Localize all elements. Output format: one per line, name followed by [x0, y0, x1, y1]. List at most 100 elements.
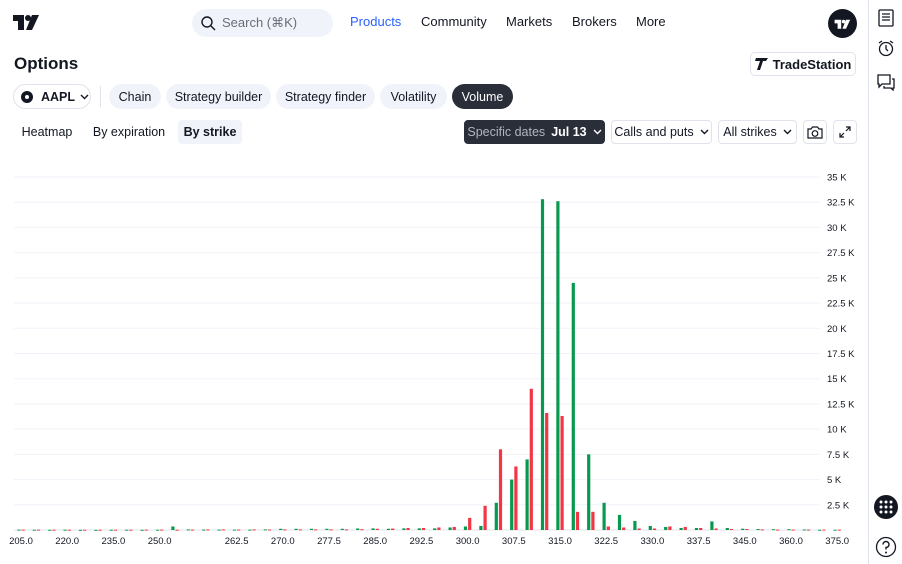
call-volume-bar[interactable]: [386, 528, 391, 530]
put-volume-bar[interactable]: [237, 529, 241, 531]
call-volume-bar[interactable]: [109, 529, 113, 531]
put-volume-bar[interactable]: [36, 529, 41, 531]
dates-dropdown[interactable]: Specific dates Jul 13: [464, 120, 605, 144]
call-volume-bar[interactable]: [448, 527, 452, 530]
call-volume-bar[interactable]: [771, 529, 776, 531]
watchlist-icon[interactable]: [876, 8, 896, 28]
call-volume-bar[interactable]: [664, 526, 668, 530]
broker-badge[interactable]: TradeStation: [750, 52, 856, 76]
put-volume-bar[interactable]: [190, 529, 195, 531]
call-volume-bar[interactable]: [725, 527, 729, 530]
put-volume-bar[interactable]: [822, 529, 826, 531]
put-volume-bar[interactable]: [606, 526, 610, 530]
put-volume-bar[interactable]: [144, 529, 148, 531]
put-volume-bar[interactable]: [468, 517, 472, 530]
put-volume-bar[interactable]: [83, 529, 87, 531]
nav-brokers[interactable]: Brokers: [572, 14, 617, 29]
call-volume-bar[interactable]: [32, 529, 36, 531]
search-input[interactable]: Search (⌘K): [192, 9, 333, 37]
call-volume-bar[interactable]: [679, 527, 683, 530]
put-volume-bar[interactable]: [421, 527, 426, 530]
put-volume-bar[interactable]: [837, 529, 841, 531]
put-volume-bar[interactable]: [314, 529, 318, 531]
calls-puts-dropdown[interactable]: Calls and puts: [611, 120, 712, 144]
call-volume-bar[interactable]: [279, 528, 283, 530]
subtab-by-strike[interactable]: By strike: [178, 120, 242, 144]
call-volume-bar[interactable]: [556, 201, 560, 530]
put-volume-bar[interactable]: [298, 529, 302, 531]
put-volume-bar[interactable]: [575, 511, 580, 530]
put-volume-bar[interactable]: [714, 528, 718, 530]
call-volume-bar[interactable]: [479, 525, 483, 530]
call-volume-bar[interactable]: [402, 528, 406, 530]
call-volume-bar[interactable]: [48, 529, 52, 531]
symbol-selector[interactable]: AAPL: [13, 84, 91, 109]
call-volume-bar[interactable]: [571, 282, 575, 530]
subtab-heatmap[interactable]: Heatmap: [14, 120, 80, 144]
call-volume-bar[interactable]: [140, 529, 144, 531]
call-volume-bar[interactable]: [325, 528, 329, 530]
put-volume-bar[interactable]: [791, 529, 795, 531]
call-volume-bar[interactable]: [510, 479, 514, 530]
help-icon[interactable]: [875, 536, 897, 558]
nav-markets[interactable]: Markets: [506, 14, 552, 29]
call-volume-bar[interactable]: [78, 529, 83, 531]
put-volume-bar[interactable]: [652, 528, 657, 530]
call-volume-bar[interactable]: [417, 528, 421, 530]
put-volume-bar[interactable]: [406, 527, 410, 530]
call-volume-bar[interactable]: [540, 199, 545, 530]
put-volume-bar[interactable]: [760, 529, 764, 531]
put-volume-bar[interactable]: [52, 529, 56, 531]
put-volume-bar[interactable]: [113, 529, 118, 531]
call-volume-bar[interactable]: [587, 454, 591, 530]
put-volume-bar[interactable]: [622, 527, 626, 530]
put-volume-bar[interactable]: [683, 526, 687, 530]
put-volume-bar[interactable]: [252, 529, 256, 531]
call-volume-bar[interactable]: [17, 529, 21, 531]
call-volume-bar[interactable]: [802, 529, 806, 531]
put-volume-bar[interactable]: [498, 449, 503, 530]
put-volume-bar[interactable]: [699, 527, 703, 530]
nav-community[interactable]: Community: [421, 14, 487, 29]
call-volume-bar[interactable]: [710, 521, 714, 530]
call-volume-bar[interactable]: [756, 528, 760, 530]
put-volume-bar[interactable]: [806, 529, 811, 531]
user-avatar[interactable]: [828, 9, 857, 38]
put-volume-bar[interactable]: [437, 527, 441, 530]
call-volume-bar[interactable]: [202, 529, 206, 531]
put-volume-bar[interactable]: [591, 511, 595, 530]
put-volume-bar[interactable]: [329, 529, 333, 531]
put-volume-bar[interactable]: [529, 388, 533, 530]
chat-icon[interactable]: [876, 72, 896, 92]
call-volume-bar[interactable]: [617, 514, 622, 530]
call-volume-bar[interactable]: [648, 525, 652, 530]
call-volume-bar[interactable]: [232, 529, 237, 531]
call-volume-bar[interactable]: [263, 529, 267, 531]
put-volume-bar[interactable]: [514, 466, 518, 530]
call-volume-bar[interactable]: [602, 502, 606, 530]
put-volume-bar[interactable]: [452, 526, 456, 530]
call-volume-bar[interactable]: [818, 529, 822, 531]
tab-strategy-finder[interactable]: Strategy finder: [276, 84, 375, 109]
alarm-clock-icon[interactable]: [876, 38, 896, 58]
put-volume-bar[interactable]: [221, 529, 225, 531]
call-volume-bar[interactable]: [633, 520, 637, 530]
fullscreen-icon[interactable]: [833, 120, 857, 144]
put-volume-bar[interactable]: [267, 529, 272, 531]
put-volume-bar[interactable]: [360, 529, 364, 531]
put-volume-bar[interactable]: [21, 529, 25, 531]
apps-grid-icon[interactable]: [874, 495, 898, 519]
tab-chain[interactable]: Chain: [109, 84, 161, 109]
subtab-by-expiration[interactable]: By expiration: [86, 120, 172, 144]
call-volume-bar[interactable]: [694, 527, 699, 530]
camera-icon[interactable]: [803, 120, 827, 144]
tab-strategy-builder[interactable]: Strategy builder: [166, 84, 271, 109]
call-volume-bar[interactable]: [186, 529, 190, 531]
call-volume-bar[interactable]: [125, 529, 129, 531]
call-volume-bar[interactable]: [371, 528, 375, 530]
put-volume-bar[interactable]: [483, 505, 487, 530]
put-volume-bar[interactable]: [668, 526, 672, 530]
call-volume-bar[interactable]: [155, 529, 160, 531]
call-volume-bar[interactable]: [94, 529, 98, 531]
call-volume-bar[interactable]: [217, 529, 221, 531]
